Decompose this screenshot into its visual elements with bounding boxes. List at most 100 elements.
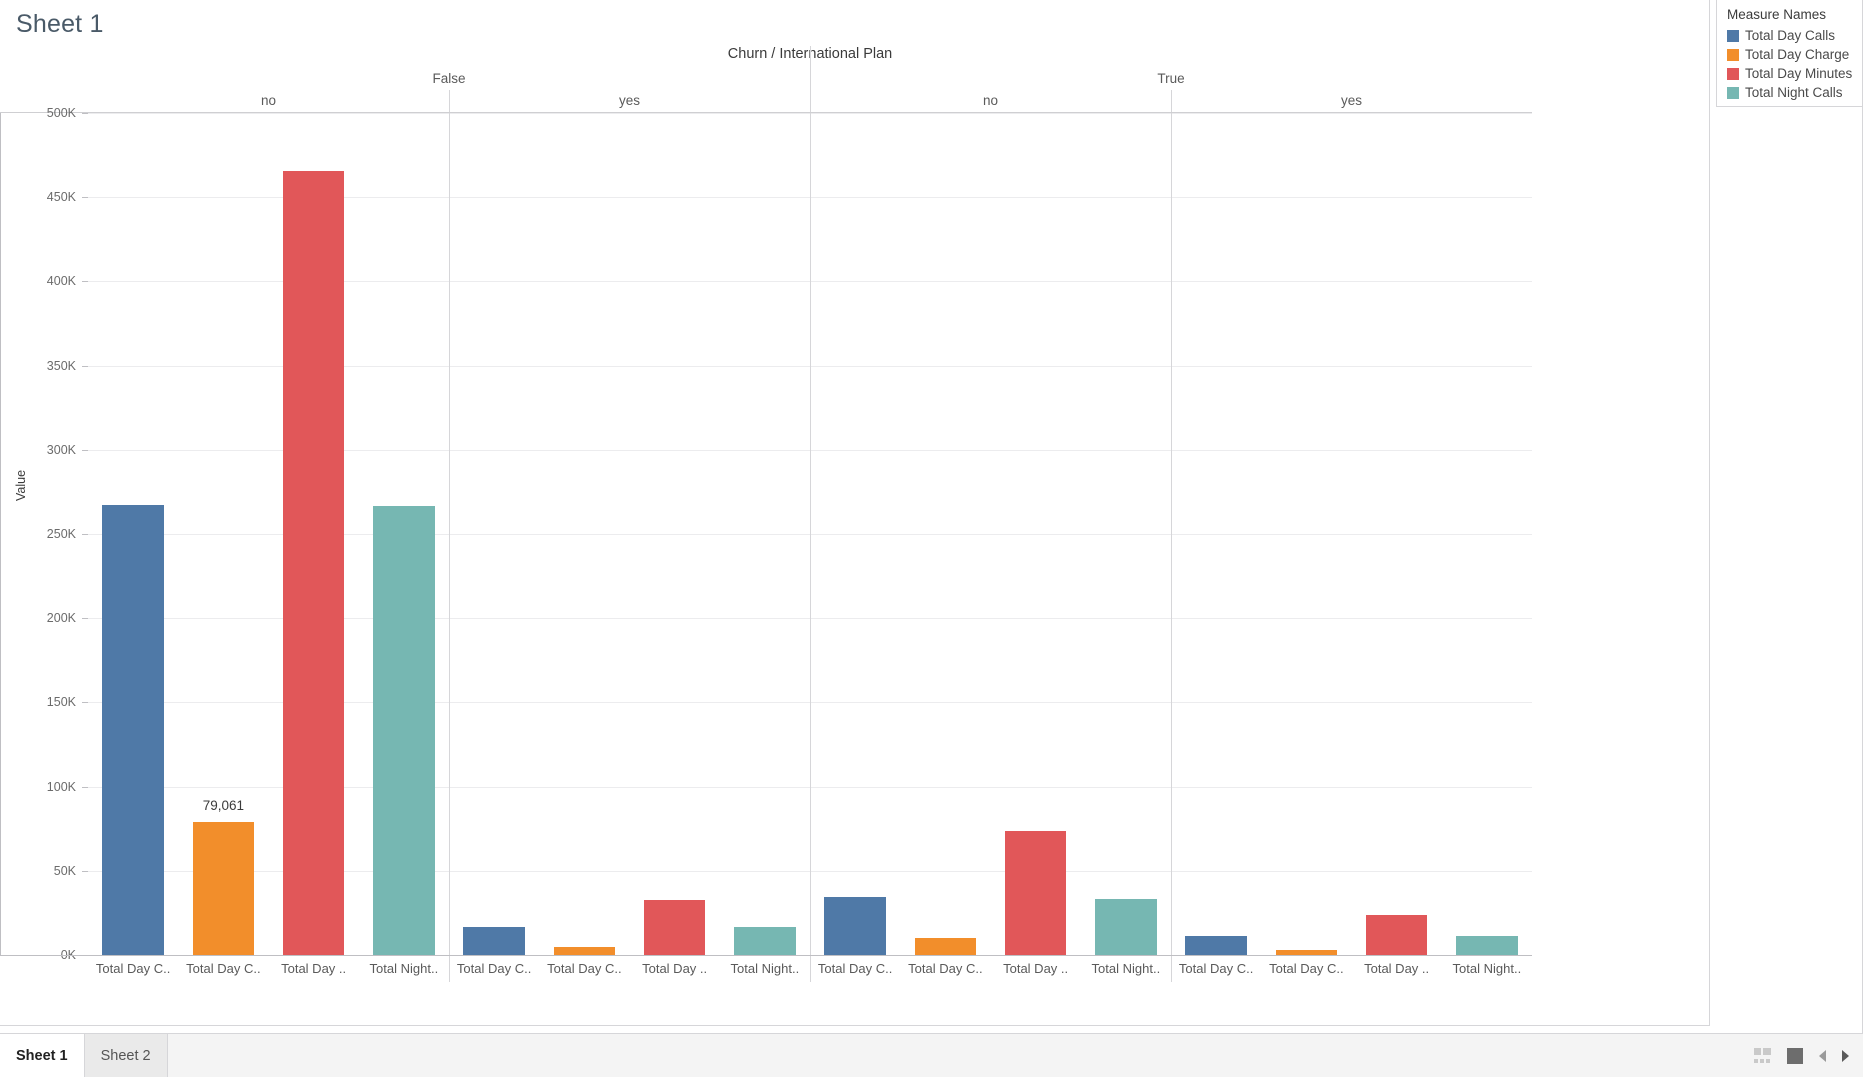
chart-container: Churn / International Plan False True no y… — [0, 46, 1710, 1026]
column-header-level-churn: False True — [88, 46, 1532, 112]
legend-title: Measure Names — [1727, 7, 1827, 22]
bar-slot — [1171, 113, 1261, 955]
bar-total-night-calls[interactable] — [734, 927, 796, 955]
bar-total-day-minutes[interactable] — [282, 171, 345, 955]
bar-slot — [359, 113, 449, 955]
y-axis-tick-label: 250K — [46, 527, 76, 541]
x-axis-label[interactable]: Total Day C.. — [1171, 956, 1261, 982]
bar-slot: 79,061 — [178, 113, 268, 955]
sheet-tab-sheet-1[interactable]: Sheet 1 — [0, 1034, 85, 1077]
sheet-tab-bar: Sheet 1 Sheet 2 — [0, 1033, 1863, 1077]
chart-panel-false-yes — [449, 113, 810, 955]
page-title: Sheet 1 — [16, 10, 104, 38]
legend-color-swatch-icon — [1727, 48, 1739, 61]
bar-total-day-minutes[interactable] — [643, 900, 706, 955]
x-axis-label[interactable]: Total Night.. — [359, 956, 449, 982]
x-axis-label[interactable]: Total Day C.. — [178, 956, 268, 982]
legend-item[interactable]: Total Night Calls — [1727, 83, 1863, 102]
x-axis-label[interactable]: Total Day C.. — [1261, 956, 1351, 982]
column-header-level-international-plan: no yes no yes — [88, 90, 1532, 112]
bar-slot — [720, 113, 810, 955]
legend-item[interactable]: Total Day Charge — [1727, 45, 1863, 64]
column-header-intlplan-3[interactable]: yes — [1171, 90, 1532, 112]
x-label-panel-2: Total Day C.. Total Day C.. Total Day .. To… — [810, 956, 1171, 982]
legend-item-list: Total Day Calls Total Day Charge Total Day… — [1727, 26, 1863, 102]
bar-total-day-minutes[interactable] — [1365, 914, 1428, 955]
bar-slot — [449, 113, 539, 955]
y-axis-tick-label: 450K — [46, 190, 76, 205]
legend-item[interactable]: Total Day Minutes — [1727, 64, 1863, 83]
sheet-tab-sheet-2[interactable]: Sheet 2 — [84, 1034, 168, 1077]
nav-prev-arrow-icon[interactable] — [1819, 1049, 1826, 1062]
sheet-tabs: Sheet 1 Sheet 2 — [0, 1034, 168, 1077]
bar-total-night-calls[interactable] — [1456, 935, 1518, 955]
legend-item[interactable]: Total Day Calls — [1727, 26, 1863, 45]
tab-bar-icons — [1754, 1034, 1863, 1077]
column-header-intlplan-2[interactable]: no — [810, 90, 1171, 112]
bar-total-day-calls[interactable] — [102, 504, 164, 955]
legend-color-swatch-icon — [1727, 86, 1739, 99]
x-axis-label[interactable]: Total Day .. — [630, 956, 720, 982]
x-axis-label[interactable]: Total Day .. — [991, 956, 1081, 982]
x-axis-label[interactable]: Total Day C.. — [449, 956, 539, 982]
y-axis-tick-label: 300K — [46, 442, 76, 457]
chart-panel-true-yes — [1171, 113, 1532, 955]
show-me-grid-icon[interactable] — [1754, 1048, 1771, 1063]
column-header-intlplan-1[interactable]: yes — [449, 90, 810, 112]
tab-bar-spacer — [168, 1034, 1754, 1077]
worksheet-canvas: Sheet 1 Churn / International Plan False… — [0, 0, 1710, 1026]
chart-panel-false-no: 79,061 — [88, 113, 449, 955]
bar-slot — [88, 113, 178, 955]
legend-color-swatch-icon — [1727, 29, 1739, 42]
column-header-churn-false[interactable]: False — [88, 68, 810, 90]
y-axis-line — [0, 113, 1, 955]
bar-slot — [1352, 113, 1442, 955]
legend-item-label: Total Day Calls — [1745, 28, 1836, 43]
legend-color-swatch-icon — [1727, 67, 1739, 80]
bar-slot — [1261, 113, 1351, 955]
bar-slot — [900, 113, 990, 955]
y-axis-tick-label: 350K — [46, 358, 76, 373]
column-header-churn-true[interactable]: True — [810, 46, 1532, 112]
bar-total-day-minutes[interactable] — [1004, 831, 1067, 955]
x-axis-label[interactable]: Total Day C.. — [900, 956, 990, 982]
y-axis-tick-label: 200K — [46, 611, 76, 626]
chart-panel-true-no — [810, 113, 1171, 955]
x-axis-label[interactable]: Total Day C.. — [539, 956, 629, 982]
bar-slot — [269, 113, 359, 955]
x-axis-label[interactable]: Total Day .. — [269, 956, 359, 982]
bar-total-night-calls[interactable] — [373, 506, 435, 955]
x-axis-label[interactable]: Total Night.. — [1442, 956, 1532, 982]
legend-item-label: Total Day Charge — [1745, 47, 1850, 62]
bar-total-day-charge[interactable] — [914, 938, 977, 955]
bar-slot — [1081, 113, 1171, 955]
bar-total-day-charge[interactable]: 79,061 — [192, 798, 255, 955]
x-label-panel-1: Total Day C.. Total Day C.. Total Day .. To… — [449, 956, 810, 982]
legend-item-label: Total Night Calls — [1745, 85, 1843, 100]
bar-total-day-calls[interactable] — [1185, 935, 1247, 955]
x-axis-label[interactable]: Total Day C.. — [810, 956, 900, 982]
bar-value-label: 79,061 — [202, 797, 245, 813]
nav-next-arrow-icon[interactable] — [1842, 1049, 1849, 1062]
x-axis-labels: Total Day C.. Total Day C.. Total Day .. To… — [88, 956, 1532, 982]
x-axis-label[interactable]: Total Night.. — [1081, 956, 1171, 982]
x-axis-label[interactable]: Total Day .. — [1352, 956, 1442, 982]
legend-item-label: Total Day Minutes — [1745, 66, 1853, 81]
bar-total-day-calls[interactable] — [824, 896, 886, 955]
x-axis-label[interactable]: Total Day C.. — [88, 956, 178, 982]
bar-total-day-calls[interactable] — [463, 927, 525, 955]
legend-measure-names[interactable]: Measure Names Total Day Calls Total Day C… — [1716, 0, 1863, 107]
x-label-panel-0: Total Day C.. Total Day C.. Total Day .. To… — [88, 956, 449, 982]
bar-slot — [539, 113, 629, 955]
y-axis-tick-label: 400K — [46, 274, 76, 289]
y-axis-tick-label: 50K — [53, 863, 76, 878]
column-header-intlplan-0[interactable]: no — [88, 90, 449, 112]
dashboard-square-icon[interactable] — [1787, 1047, 1803, 1064]
plot-area: 0K 50K 100K 150K 200K 250K 300K 350K 400K 450K 500… — [0, 106, 1532, 962]
y-axis-tick-label: 500K — [46, 106, 76, 120]
bar-slot — [810, 113, 900, 955]
bar-total-night-calls[interactable] — [1095, 899, 1157, 955]
x-axis-label[interactable]: Total Night.. — [720, 956, 810, 982]
panel-group: 79,061 — [88, 113, 1532, 955]
bar-total-day-charge[interactable] — [553, 947, 616, 955]
